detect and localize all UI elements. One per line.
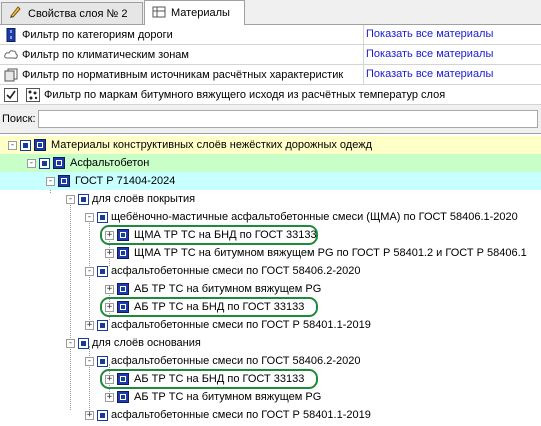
collapse-toggle[interactable]: - <box>85 212 94 222</box>
tree-node-root[interactable]: - Материалы конструктивных слоёв нежёстк… <box>0 136 541 154</box>
tab-label: Свойства слоя № 2 <box>28 7 128 20</box>
collapse-toggle[interactable]: - <box>85 266 94 276</box>
tree-node-label: АБ ТР ТС на битумном вяжущем PG <box>134 283 322 295</box>
expand-toggle[interactable]: + <box>85 320 94 330</box>
tab-materials[interactable]: Материалы <box>144 0 245 25</box>
tree-node-label: Материалы конструктивных слоёв нежёстких… <box>51 139 372 151</box>
tree-node-label: ЩМА ТР ТС на битумном вяжущем PG по ГОСТ… <box>134 247 527 259</box>
pencil-icon <box>9 5 23 22</box>
node-checkbox[interactable] <box>97 211 108 223</box>
filter-row-road-category[interactable]: Фильтр по категориям дороги Показать все… <box>0 25 541 45</box>
tree-node-label: Асфальтобетон <box>70 157 150 169</box>
road-icon <box>4 27 18 42</box>
checkbox-checked[interactable] <box>4 87 18 102</box>
materials-tree[interactable]: - Материалы конструктивных слоёв нежёстк… <box>0 133 541 426</box>
filter-label: Фильтр по нормативным источникам расчётн… <box>22 68 344 81</box>
tree-node-base-ab-mixes-58401[interactable]: + асфальтобетонные смеси по ГОСТ Р 58401… <box>85 406 371 424</box>
filter-label: Фильтр по маркам битумного вяжущего исхо… <box>44 88 446 101</box>
tree-node-sma-mixes[interactable]: - щебёночно-мастичные асфальтобетонные с… <box>85 208 518 226</box>
show-all-materials-link[interactable]: Показать все материалы <box>363 65 493 84</box>
material-icon <box>34 139 46 151</box>
filter-label: Фильтр по категориям дороги <box>22 28 173 41</box>
node-checkbox[interactable] <box>78 193 89 205</box>
collapse-toggle[interactable]: - <box>8 140 17 150</box>
table-icon <box>152 5 166 22</box>
search-bar: Поиск: <box>0 108 541 130</box>
tree-node-surface-layers[interactable]: - для слоёв покрытия <box>66 190 195 208</box>
material-icon <box>58 175 70 187</box>
tree-node-base-layers[interactable]: - для слоёв основания <box>66 334 201 352</box>
highlight-ring <box>100 369 318 389</box>
tree-node-ab-mixes-58406[interactable]: - асфальтобетонные смеси по ГОСТ 58406.2… <box>85 262 360 280</box>
node-checkbox[interactable] <box>20 139 31 151</box>
tree-node-label: асфальтобетонные смеси по ГОСТ 58406.2-2… <box>111 265 361 277</box>
cloud-icon <box>4 48 18 62</box>
filter-row-climate-zones[interactable]: Фильтр по климатическим зонам Показать в… <box>0 45 541 65</box>
tab-layer-properties[interactable]: Свойства слоя № 2 <box>1 2 143 24</box>
material-icon <box>117 391 129 403</box>
expand-toggle[interactable]: + <box>105 284 114 294</box>
filter-label: Фильтр по климатическим зонам <box>22 48 189 61</box>
collapse-toggle[interactable]: - <box>46 176 55 186</box>
node-checkbox[interactable] <box>97 319 108 331</box>
search-label: Поиск: <box>2 113 36 125</box>
expand-toggle[interactable]: + <box>105 392 114 402</box>
collapse-toggle[interactable]: - <box>66 194 75 204</box>
material-icon <box>117 283 129 295</box>
tree-node-base-ab-mixes-58406[interactable]: - асфальтобетонные смеси по ГОСТ 58406.2… <box>85 352 360 370</box>
node-checkbox[interactable] <box>97 409 108 421</box>
documents-icon <box>4 68 18 82</box>
tree-node-label: асфальтобетонные смеси по ГОСТ Р 58401.1… <box>111 319 371 331</box>
material-icon <box>117 247 129 259</box>
filter-row-bitumen-grades[interactable]: Фильтр по маркам битумного вяжущего исхо… <box>0 85 541 105</box>
tree-node-ab-pg[interactable]: + АБ ТР ТС на битумном вяжущем PG <box>105 280 321 298</box>
search-input[interactable] <box>38 110 538 128</box>
filter-icon <box>26 87 40 102</box>
expand-toggle[interactable]: + <box>85 410 94 420</box>
highlight-ring <box>100 297 318 317</box>
node-checkbox[interactable] <box>97 265 108 277</box>
tree-node-label: щебёночно-мастичные асфальтобетонные сме… <box>111 211 518 223</box>
tree-node-base-ab-pg[interactable]: + АБ ТР ТС на битумном вяжущем PG <box>105 388 321 406</box>
tab-bar: Свойства слоя № 2 Материалы <box>0 0 541 25</box>
tree-node-label: для слоёв основания <box>92 337 201 349</box>
highlight-ring <box>100 225 318 245</box>
tree-node-label: для слоёв покрытия <box>92 193 196 205</box>
node-checkbox[interactable] <box>39 157 50 169</box>
show-all-materials-link[interactable]: Показать все материалы <box>363 45 493 64</box>
node-checkbox[interactable] <box>97 355 108 367</box>
collapse-toggle[interactable]: - <box>85 356 94 366</box>
tree-node-gost-71404[interactable]: - ГОСТ Р 71404-2024 <box>0 172 541 190</box>
tree-node-sma-pg[interactable]: + ЩМА ТР ТС на битумном вяжущем PG по ГО… <box>105 244 527 262</box>
tab-label: Материалы <box>171 7 230 19</box>
tree-node-label: ГОСТ Р 71404-2024 <box>75 175 176 187</box>
tree-node-ab-mixes-58401[interactable]: + асфальтобетонные смеси по ГОСТ Р 58401… <box>85 316 371 334</box>
node-checkbox[interactable] <box>78 337 89 349</box>
filter-row-normative-sources[interactable]: Фильтр по нормативным источникам расчётн… <box>0 65 541 85</box>
collapse-toggle[interactable]: - <box>66 338 75 348</box>
filter-panel: Фильтр по категориям дороги Показать все… <box>0 25 541 105</box>
tree-node-label: асфальтобетонные смеси по ГОСТ Р 58401.1… <box>111 409 371 421</box>
tree-node-label: АБ ТР ТС на битумном вяжущем PG <box>134 391 322 403</box>
tree-node-label: асфальтобетонные смеси по ГОСТ 58406.2-2… <box>111 355 361 367</box>
collapse-toggle[interactable]: - <box>27 158 36 168</box>
show-all-materials-link[interactable]: Показать все материалы <box>363 25 493 44</box>
tree-connector <box>70 202 71 410</box>
expand-toggle[interactable]: + <box>105 248 114 258</box>
tree-node-asphalt-concrete[interactable]: - Асфальтобетон <box>0 154 541 172</box>
material-icon <box>53 157 65 169</box>
